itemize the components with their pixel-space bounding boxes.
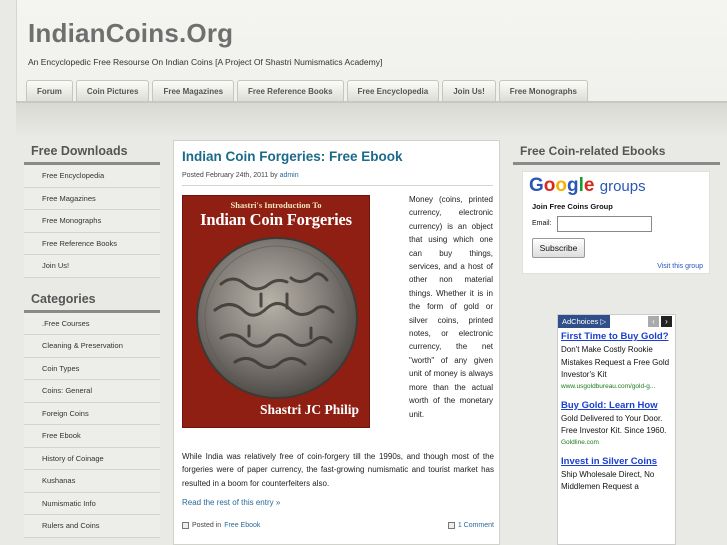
categories-list: .Free Courses Cleaning & Preservation Co… [24,312,160,538]
chevron-right-icon[interactable]: › [661,316,672,327]
category-numismatic-info[interactable]: Numismatic Info [24,492,160,515]
category-foreign-coins[interactable]: Foreign Coins [24,402,160,425]
category-cleaning-preservation[interactable]: Cleaning & Preservation [24,335,160,358]
ad-url[interactable]: Goldline.com [561,438,672,448]
post-content: Indian Coin Forgeries: Free Ebook Posted… [173,140,500,545]
category-coins-general[interactable]: Coins: General [24,380,160,403]
site-title[interactable]: IndianCoins.Org [28,18,233,49]
ad-text: Don't Make Costly Rookie Mistakes Reques… [561,345,670,379]
category-coin-types[interactable]: Coin Types [24,357,160,380]
subscribe-button[interactable]: Subscribe [532,238,585,258]
comments-link[interactable]: 1 Comment [458,522,494,529]
nav-tab-free-monographs[interactable]: Free Monographs [498,80,588,102]
email-field[interactable] [557,216,652,232]
header-band [16,103,727,136]
nav-tab-free-reference-books[interactable]: Free Reference Books [237,80,344,102]
categories-heading: Categories [24,288,160,313]
post-meta: Posted February 24th, 2011 by admin [182,172,299,179]
ebook-cover-image[interactable]: Shastri's Introduction To Indian Coin Fo… [182,195,370,428]
ad-text: Gold Delivered to Your Door. Free Invest… [561,413,667,436]
category-free-ebook[interactable]: Free Ebook [24,425,160,448]
category-free-courses[interactable]: .Free Courses [24,312,160,335]
nav-tab-coin-pictures[interactable]: Coin Pictures [75,80,150,102]
category-kushanas[interactable]: Kushanas [24,470,160,493]
google-groups-widget: Google groups Join Free Coins Group Emai… [522,171,710,274]
folder-icon [182,522,189,529]
read-more-link[interactable]: Read the rest of this entry » [182,498,280,507]
email-label: Email: [532,220,552,227]
join-group-label: Join Free Coins Group [532,202,613,211]
nav-tab-free-encyclopedia[interactable]: Free Encyclopedia [346,80,440,102]
downloads-list: Free Encyclopedia Free Magazines Free Mo… [24,165,160,278]
left-sidebar: Free Downloads Free Encyclopedia Free Ma… [24,140,160,538]
ad-text: Ship Wholesale Direct, No Middlemen Requ… [561,469,655,492]
cover-author: Shastri JC Philip [259,402,359,417]
post-footer: Posted in Free Ebook 1 Comment [182,522,494,534]
sidebar-item-free-encyclopedia[interactable]: Free Encyclopedia [24,165,160,188]
nav-tab-join-us[interactable]: Join Us! [442,80,496,102]
posted-in-label: Posted in [192,522,222,529]
nav-tab-free-magazines[interactable]: Free Magazines [152,80,235,102]
main-nav: Forum Coin Pictures Free Magazines Free … [26,79,588,103]
post-body-text: While India was relatively free of coin-… [182,452,494,488]
ad-headline[interactable]: First Time to Buy Gold? [561,331,672,343]
ad-headline[interactable]: Buy Gold: Learn How [561,400,672,412]
ad-panel: AdChoices ▷ ‹ › First Time to Buy Gold? … [557,314,676,545]
ad-url[interactable]: www.usgoldbureau.com/gold-g... [561,382,672,392]
post-divider [182,185,493,186]
site-tagline: An Encyclopedic Free Resourse On Indian … [28,57,383,67]
ad-item[interactable]: First Time to Buy Gold? Don't Make Costl… [558,329,675,392]
free-downloads-heading: Free Downloads [24,140,160,165]
category-history-of-coinage[interactable]: History of Coinage [24,447,160,470]
cover-title: Indian Coin Forgeries [200,210,352,229]
post-intro-text: Money (coins, printed currency, electron… [409,195,493,419]
cover-subtitle: Shastri's Introduction To [230,200,322,210]
ad-item[interactable]: Invest in Silver Coins Ship Wholesale Di… [558,454,675,494]
visit-group-link[interactable]: Visit this group [657,263,703,270]
sidebar-item-free-monographs[interactable]: Free Monographs [24,210,160,233]
post-category-link[interactable]: Free Ebook [224,522,260,529]
chevron-left-icon[interactable]: ‹ [648,316,659,327]
coin-illustration [196,237,358,399]
nav-tab-forum[interactable]: Forum [26,80,73,102]
post-title[interactable]: Indian Coin Forgeries: Free Ebook [182,149,403,164]
post-author-link[interactable]: admin [280,172,299,179]
post-date: Posted February 24th, 2011 by [182,172,278,179]
sidebar-item-join-us[interactable]: Join Us! [24,255,160,278]
comment-icon [447,522,455,529]
ebooks-heading: Free Coin-related Ebooks [513,140,720,165]
ad-headline[interactable]: Invest in Silver Coins [561,456,672,468]
sidebar-item-free-reference-books[interactable]: Free Reference Books [24,232,160,255]
category-rulers-and-coins[interactable]: Rulers and Coins [24,515,160,538]
ad-item[interactable]: Buy Gold: Learn How Gold Delivered to Yo… [558,398,675,448]
right-sidebar: Free Coin-related Ebooks Google groups J… [513,140,720,274]
sidebar-item-free-magazines[interactable]: Free Magazines [24,187,160,210]
adchoices-label[interactable]: AdChoices ▷ [558,315,611,328]
google-groups-logo[interactable]: Google groups [529,175,646,197]
